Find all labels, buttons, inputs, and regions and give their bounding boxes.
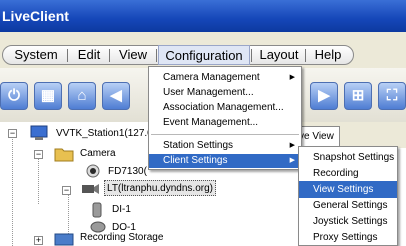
station-icon [30,125,48,140]
menu-layout[interactable]: Layout [254,45,304,65]
lock-icon: ⌂ [77,87,87,104]
power-icon: ⏻ [8,87,20,104]
menu-item-label: Association Management... [163,102,284,113]
tree-connector [38,158,39,204]
tree-node-fd7130[interactable]: FD7130( [108,164,147,180]
menu-item-label: Event Management... [163,117,259,128]
menu-item-station-settings[interactable]: Station Settings ▶ [149,139,301,153]
window-icon: ⊞ [351,87,365,104]
tree-node-recording-storage[interactable]: Recording Storage [80,230,163,246]
menu-separator [109,49,110,62]
menu-separator [156,49,157,62]
menu-divider [151,134,299,135]
tree-node-station[interactable]: VVTK_Station1(127.0 [56,126,153,142]
title-bar: LiveClient [0,0,406,32]
menu-item-label: Client Settings [163,155,228,166]
digital-input-icon [92,202,102,218]
menu-help[interactable]: Help [308,45,348,65]
tree-connector [12,136,13,246]
camera-icon [86,164,100,178]
menu-view[interactable]: View [111,45,155,65]
camera-icon [82,184,99,194]
menu-item-label: Camera Management [163,72,260,83]
submenu-item-view-settings[interactable]: View Settings [299,181,397,198]
menu-separator [305,49,306,62]
submenu-arrow-icon: ▶ [289,142,295,149]
speaker-icon: ◀ [110,87,122,104]
menu-item-event-management[interactable]: Event Management... [149,116,301,130]
collapse-toggle[interactable]: − [62,186,71,195]
menu-bar: System Edit View Configuration Layout He… [0,32,406,68]
menu-system[interactable]: System [6,45,66,65]
client-settings-submenu: Snapshot Settings Recording Settings Vie… [298,146,398,246]
tree-node-lt[interactable]: LT(ltranphu.dyndns.org) [104,180,216,196]
tab-live-view[interactable]: ve View [296,126,340,148]
menu-item-label: Station Settings [163,140,234,151]
menu-separator [251,49,252,62]
menu-item-camera-management[interactable]: Camera Management ▶ [149,71,301,85]
collapse-toggle[interactable]: − [8,129,17,138]
lock-button[interactable]: ⌂ [68,82,96,110]
power-button[interactable]: ⏻ [0,82,28,110]
menu-separator [67,49,68,62]
submenu-arrow-icon: ▶ [289,157,295,164]
submenu-item-snapshot-settings[interactable]: Snapshot Settings [299,149,397,166]
expand-icon: ⛶ [386,87,398,104]
menu-item-label: User Management... [163,87,254,98]
view-tab-bar: ve View [296,122,406,148]
storage-icon [54,233,74,246]
submenu-item-proxy-settings[interactable]: Proxy Settings [299,229,397,246]
submenu-arrow-icon: ▶ [289,74,295,81]
expand-button[interactable]: ⛶ [378,82,406,110]
window-button[interactable]: ⊞ [344,82,372,110]
tree-node-camera[interactable]: Camera [80,146,116,162]
video-button[interactable]: ▶ [310,82,338,110]
app-title: LiveClient [2,8,69,24]
submenu-item-joystick-settings[interactable]: Joystick Settings [299,213,397,230]
grid-button[interactable]: ▦ [34,82,62,110]
submenu-item-recording-settings[interactable]: Recording Settings [299,165,397,196]
tree-node-di[interactable]: DI-1 [112,202,131,218]
submenu-item-general-settings[interactable]: General Settings [299,197,397,214]
menu-edit[interactable]: Edit [70,45,108,65]
video-icon: ▶ [318,87,330,104]
collapse-toggle[interactable]: − [34,150,43,159]
grid-icon: ▦ [40,87,56,104]
menu-item-client-settings[interactable]: Client Settings ▶ [149,154,301,168]
menu-item-user-management[interactable]: User Management... [149,86,301,100]
speaker-button[interactable]: ◀ [102,82,130,110]
configuration-menu: Camera Management ▶ User Management... A… [148,66,302,170]
menu-configuration[interactable]: Configuration [158,45,250,65]
menu-item-association-management[interactable]: Association Management... [149,101,301,115]
expand-toggle[interactable]: + [34,236,43,245]
folder-icon [54,148,74,162]
